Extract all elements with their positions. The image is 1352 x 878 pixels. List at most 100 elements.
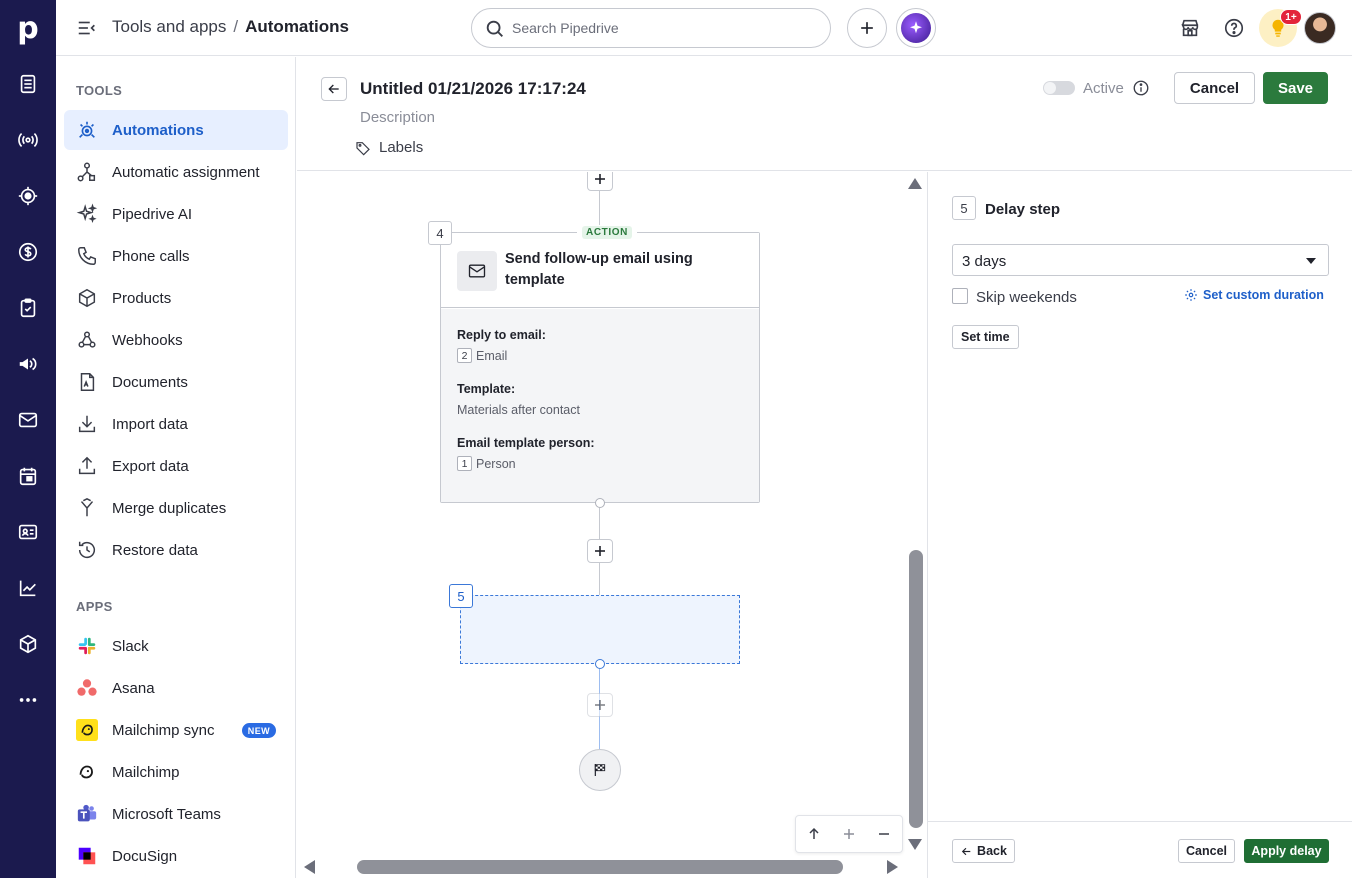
info-icon[interactable] — [1132, 79, 1150, 97]
scroll-left-arrow[interactable] — [304, 860, 315, 874]
mailchimp-icon — [76, 761, 98, 783]
panel-title: Delay step — [985, 201, 1061, 218]
user-avatar[interactable] — [1304, 12, 1336, 44]
back-button[interactable]: Back — [952, 839, 1015, 863]
sidebar-item-mailchimp[interactable]: Mailchimp — [64, 752, 288, 792]
activities-icon[interactable] — [0, 288, 56, 328]
sidebar-item-restore-data[interactable]: Restore data — [64, 530, 288, 570]
zoom-out-icon[interactable] — [877, 827, 891, 841]
marketplace-icon[interactable] — [1177, 15, 1203, 41]
canvas-horizontal-scrollbar[interactable] — [297, 856, 905, 878]
sidebar-item-label: Phone calls — [112, 248, 190, 265]
scroll-thumb[interactable] — [909, 550, 923, 828]
scroll-down-arrow[interactable] — [908, 839, 922, 850]
delay-step-placeholder[interactable] — [460, 595, 740, 664]
back-arrow-button[interactable] — [321, 77, 347, 101]
sidebar-item-label: Webhooks — [112, 332, 183, 349]
search-input[interactable] — [512, 18, 812, 38]
contacts-card-icon[interactable] — [0, 512, 56, 552]
calendar-icon[interactable] — [0, 456, 56, 496]
cancel-button[interactable]: Cancel — [1174, 72, 1255, 104]
sidebar-item-import-data[interactable]: Import data — [64, 404, 288, 444]
search-icon — [486, 20, 503, 37]
main-nav-rail: p — [0, 0, 56, 878]
deals-icon[interactable] — [0, 64, 56, 104]
sidebar-item-automations[interactable]: Automations — [64, 110, 288, 150]
apply-delay-button[interactable]: Apply delay — [1244, 839, 1329, 863]
sidebar-item-pipedrive-ai[interactable]: Pipedrive AI — [64, 194, 288, 234]
collapse-menu-icon[interactable] — [76, 17, 98, 39]
sidebar-item-documents[interactable]: Documents — [64, 362, 288, 402]
export-icon — [76, 455, 98, 477]
skip-weekends-label[interactable]: Skip weekends — [976, 289, 1077, 306]
pipedrive-logo[interactable]: p — [0, 0, 56, 56]
breadcrumb-separator: / — [233, 17, 239, 36]
step-number-badge: 5 — [449, 584, 473, 608]
help-icon[interactable] — [1221, 15, 1247, 41]
contacts-target-icon[interactable] — [0, 176, 56, 216]
action-card-body: Reply to email: 2 Email Template: Materi… — [441, 309, 759, 502]
arrow-up-icon[interactable] — [807, 827, 821, 841]
skip-weekends-checkbox[interactable] — [952, 288, 968, 304]
notification-badge: 1+ — [1280, 9, 1302, 25]
search-box[interactable] — [471, 8, 831, 48]
apps-heading: APPS — [76, 599, 113, 614]
insights-icon[interactable] — [0, 568, 56, 608]
active-label: Active — [1083, 80, 1124, 97]
field-value: 2 Email — [457, 348, 507, 363]
active-toggle[interactable] — [1043, 81, 1075, 95]
quick-add-button[interactable] — [847, 8, 887, 48]
sidebar-item-merge-duplicates[interactable]: Merge duplicates — [64, 488, 288, 528]
plus-icon — [595, 546, 605, 556]
app-root: p Tools and apps / Automations Search Pi… — [0, 0, 1352, 878]
automation-title[interactable]: Untitled 01/21/2026 17:17:24 — [360, 79, 586, 99]
box-icon — [76, 287, 98, 309]
sidebar-item-asana[interactable]: Asana — [64, 668, 288, 708]
sidebar-item-phone-calls[interactable]: Phone calls — [64, 236, 288, 276]
sidebar-item-export-data[interactable]: Export data — [64, 446, 288, 486]
sidebar-item-webhooks[interactable]: Webhooks — [64, 320, 288, 360]
set-custom-duration-link[interactable]: Set custom duration — [1184, 288, 1324, 302]
add-step-button[interactable] — [587, 539, 613, 563]
tools-sidebar: TOOLS Automations Automatic assignment P… — [56, 57, 296, 878]
ai-assistant-button[interactable] — [896, 8, 936, 48]
set-time-button[interactable]: Set time — [952, 325, 1019, 349]
assignment-icon — [76, 161, 98, 183]
automation-titlebar: Untitled 01/21/2026 17:17:24 Description… — [297, 57, 1352, 171]
sidebar-item-slack[interactable]: Slack — [64, 626, 288, 666]
money-icon[interactable] — [0, 232, 56, 272]
leads-icon[interactable] — [0, 120, 56, 160]
canvas-vertical-scrollbar[interactable] — [905, 172, 927, 878]
products-icon[interactable] — [0, 624, 56, 664]
sparkle-icon — [76, 203, 98, 225]
more-icon[interactable] — [0, 680, 56, 720]
sidebar-item-label: Import data — [112, 416, 188, 433]
field-value: 1 Person — [457, 456, 516, 471]
sidebar-item-microsoft-teams[interactable]: Microsoft Teams — [64, 794, 288, 834]
add-step-button[interactable] — [587, 693, 613, 717]
sidebar-item-products[interactable]: Products — [64, 278, 288, 318]
sidebar-item-docusign[interactable]: DocuSign — [64, 836, 288, 876]
step-number-badge: 4 — [428, 221, 452, 245]
panel-cancel-button[interactable]: Cancel — [1178, 839, 1235, 863]
scroll-thumb[interactable] — [357, 860, 843, 874]
automation-description[interactable]: Description — [360, 109, 435, 126]
mail-icon[interactable] — [0, 400, 56, 440]
action-step-card[interactable]: Send follow-up email using template Repl… — [440, 232, 760, 503]
sidebar-item-automatic-assignment[interactable]: Automatic assignment — [64, 152, 288, 192]
delay-duration-select[interactable]: 3 days — [952, 244, 1329, 276]
add-step-button[interactable] — [587, 172, 613, 191]
scroll-right-arrow[interactable] — [887, 860, 898, 874]
sidebar-item-label: Mailchimp — [112, 764, 180, 781]
custom-duration-text: Set custom duration — [1203, 288, 1324, 302]
breadcrumb-tools-and-apps[interactable]: Tools and apps — [112, 17, 226, 37]
campaigns-icon[interactable] — [0, 344, 56, 384]
plus-icon — [595, 700, 605, 710]
sidebar-item-mailchimp-sync[interactable]: Mailchimp sync NEW — [64, 710, 288, 750]
workflow-canvas[interactable]: Send follow-up email using template Repl… — [297, 172, 905, 878]
save-button[interactable]: Save — [1263, 72, 1328, 104]
sidebar-item-label: Restore data — [112, 542, 198, 559]
scroll-up-arrow[interactable] — [908, 178, 922, 189]
zoom-in-icon[interactable] — [842, 827, 856, 841]
labels-button[interactable]: Labels — [355, 139, 423, 156]
